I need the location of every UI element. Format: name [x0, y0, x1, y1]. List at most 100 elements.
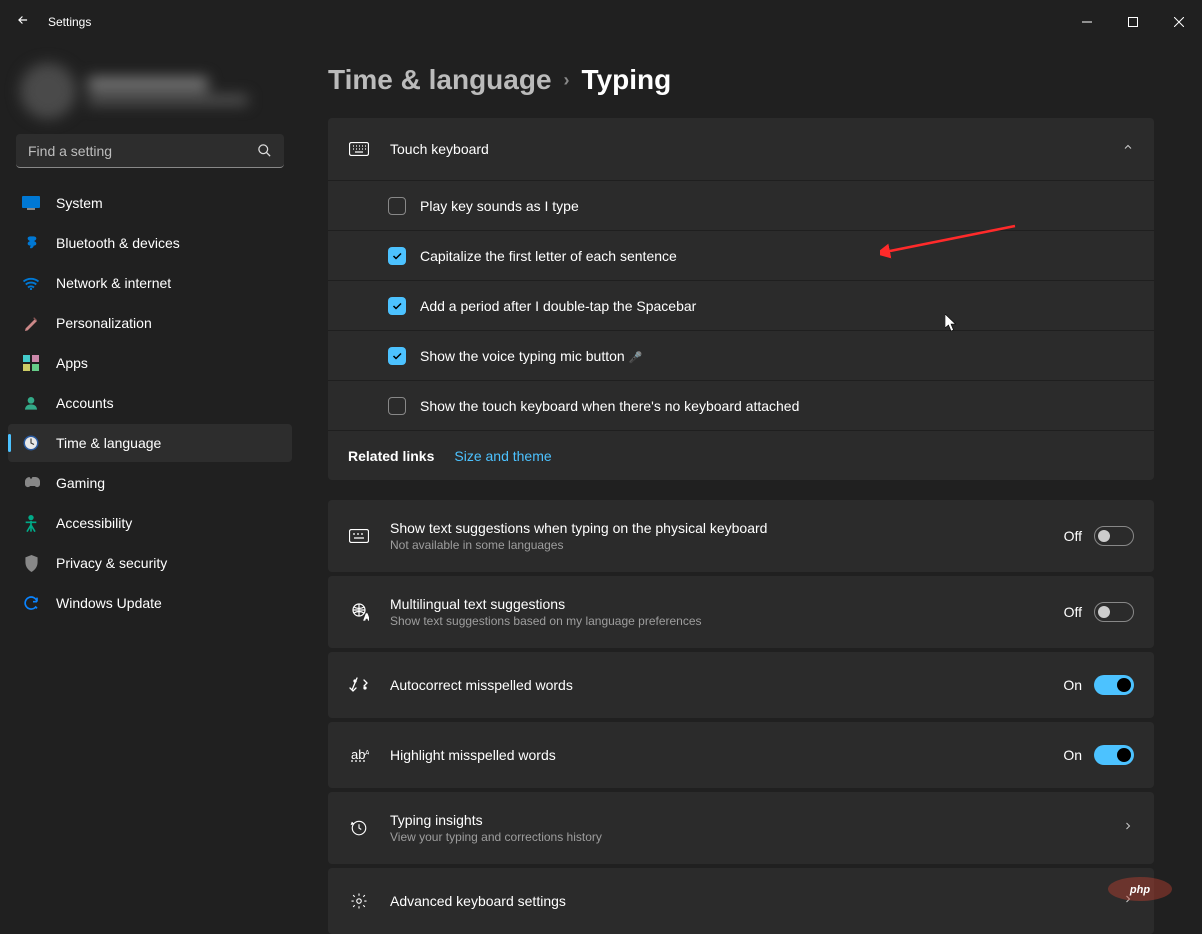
- close-button[interactable]: [1156, 6, 1202, 38]
- toggle-state: On: [1063, 747, 1082, 763]
- time-language-icon: [22, 434, 40, 452]
- touch-keyboard-option[interactable]: Show the voice typing mic button🎤: [328, 330, 1154, 380]
- chevron-right-icon: ›: [564, 70, 570, 91]
- checkbox-unchecked-icon[interactable]: [388, 397, 406, 415]
- touch-keyboard-header[interactable]: Touch keyboard: [328, 118, 1154, 180]
- search-input[interactable]: [16, 134, 284, 168]
- checkbox-checked-icon[interactable]: [388, 347, 406, 365]
- back-button[interactable]: [16, 13, 30, 32]
- sidebar-item-system[interactable]: System: [8, 184, 292, 222]
- checkbox-checked-icon[interactable]: [388, 247, 406, 265]
- setting-card[interactable]: abA Highlight misspelled words On: [328, 722, 1154, 788]
- sidebar-item-apps[interactable]: Apps: [8, 344, 292, 382]
- toggle-switch[interactable]: [1094, 526, 1134, 546]
- setting-card[interactable]: Show text suggestions when typing on the…: [328, 500, 1154, 572]
- sidebar-item-windows-update[interactable]: Windows Update: [8, 584, 292, 622]
- nav-list: System Bluetooth & devices Network & inter…: [4, 184, 296, 622]
- setting-icon: [348, 819, 370, 837]
- setting-title: Highlight misspelled words: [390, 747, 1043, 763]
- touch-keyboard-option[interactable]: Add a period after I double-tap the Spac…: [328, 280, 1154, 330]
- checkbox-checked-icon[interactable]: [388, 297, 406, 315]
- keyboard-icon: [348, 142, 370, 156]
- option-label: Play key sounds as I type: [420, 198, 579, 214]
- sidebar-item-personalization[interactable]: Personalization: [8, 304, 292, 342]
- sidebar-item-label: System: [56, 195, 103, 211]
- related-links-row: Related links Size and theme: [328, 430, 1154, 480]
- sidebar-item-accessibility[interactable]: Accessibility: [8, 504, 292, 542]
- setting-icon: abA: [348, 747, 370, 763]
- svg-text:ab: ab: [351, 747, 365, 762]
- toggle-state: On: [1063, 677, 1082, 693]
- sidebar: System Bluetooth & devices Network & inter…: [0, 44, 300, 934]
- touch-keyboard-option[interactable]: Play key sounds as I type: [328, 180, 1154, 230]
- sidebar-item-time-language[interactable]: Time & language: [8, 424, 292, 462]
- chevron-up-icon: [1122, 140, 1134, 158]
- setting-title: Typing insights: [390, 812, 1102, 828]
- main-content: Time & language › Typing Touch keyboard …: [300, 44, 1202, 934]
- touch-keyboard-option[interactable]: Capitalize the first letter of each sent…: [328, 230, 1154, 280]
- size-theme-link[interactable]: Size and theme: [454, 448, 551, 464]
- setting-icon: [348, 529, 370, 543]
- sidebar-item-accounts[interactable]: Accounts: [8, 384, 292, 422]
- setting-card[interactable]: Typing insights View your typing and corr…: [328, 792, 1154, 864]
- setting-subtitle: View your typing and corrections history: [390, 830, 1102, 844]
- setting-title: Multilingual text suggestions: [390, 596, 1044, 612]
- option-label: Add a period after I double-tap the Spac…: [420, 298, 696, 314]
- option-label: Show the voice typing mic button🎤: [420, 348, 642, 364]
- breadcrumb-parent[interactable]: Time & language: [328, 64, 552, 96]
- setting-subtitle: Not available in some languages: [390, 538, 1044, 552]
- maximize-button[interactable]: [1110, 6, 1156, 38]
- option-label: Show the touch keyboard when there's no …: [420, 398, 799, 414]
- windows-update-icon: [22, 594, 40, 612]
- svg-text:A: A: [364, 613, 369, 621]
- window-title: Settings: [48, 15, 91, 29]
- sidebar-item-label: Apps: [56, 355, 88, 371]
- sidebar-item-label: Bluetooth & devices: [56, 235, 180, 251]
- toggle-switch[interactable]: [1094, 675, 1134, 695]
- apps-icon: [22, 354, 40, 372]
- minimize-button[interactable]: [1064, 6, 1110, 38]
- breadcrumb: Time & language › Typing: [328, 64, 1154, 96]
- setting-card[interactable]: A Multilingual text suggestions Show text …: [328, 576, 1154, 648]
- touch-keyboard-title: Touch keyboard: [390, 141, 1122, 157]
- setting-subtitle: Show text suggestions based on my langua…: [390, 614, 1044, 628]
- mic-icon: 🎤: [629, 352, 643, 364]
- setting-title: Show text suggestions when typing on the…: [390, 520, 1044, 536]
- sidebar-item-label: Privacy & security: [56, 555, 167, 571]
- setting-icon: [348, 892, 370, 910]
- sidebar-item-network-internet[interactable]: Network & internet: [8, 264, 292, 302]
- sidebar-item-privacy-security[interactable]: Privacy & security: [8, 544, 292, 582]
- setting-icon: A: [348, 603, 370, 621]
- system-icon: [22, 194, 40, 212]
- toggle-state: Off: [1064, 604, 1082, 620]
- sidebar-item-gaming[interactable]: Gaming: [8, 464, 292, 502]
- toggle-state: Off: [1064, 528, 1082, 544]
- bluetooth-devices-icon: [22, 234, 40, 252]
- sidebar-item-label: Accounts: [56, 395, 114, 411]
- chevron-right-icon: [1122, 892, 1134, 910]
- network-internet-icon: [22, 274, 40, 292]
- option-label: Capitalize the first letter of each sent…: [420, 248, 677, 264]
- breadcrumb-current: Typing: [582, 64, 672, 96]
- personalization-icon: [22, 314, 40, 332]
- setting-icon: [348, 677, 370, 693]
- sidebar-item-bluetooth-devices[interactable]: Bluetooth & devices: [8, 224, 292, 262]
- sidebar-item-label: Network & internet: [56, 275, 171, 291]
- touch-keyboard-option[interactable]: Show the touch keyboard when there's no …: [328, 380, 1154, 430]
- setting-title: Autocorrect misspelled words: [390, 677, 1043, 693]
- setting-card[interactable]: Advanced keyboard settings: [328, 868, 1154, 934]
- setting-card[interactable]: Autocorrect misspelled words On: [328, 652, 1154, 718]
- touch-keyboard-group: Touch keyboard Play key sounds as I type…: [328, 118, 1154, 480]
- sidebar-item-label: Time & language: [56, 435, 161, 451]
- accessibility-icon: [22, 514, 40, 532]
- toggle-switch[interactable]: [1094, 745, 1134, 765]
- toggle-switch[interactable]: [1094, 602, 1134, 622]
- gaming-icon: [22, 474, 40, 492]
- window-controls: [1064, 6, 1202, 38]
- search-icon: [257, 143, 272, 163]
- user-profile[interactable]: [4, 56, 296, 126]
- checkbox-unchecked-icon[interactable]: [388, 197, 406, 215]
- titlebar: Settings: [0, 0, 1202, 44]
- setting-title: Advanced keyboard settings: [390, 893, 1102, 909]
- accounts-icon: [22, 394, 40, 412]
